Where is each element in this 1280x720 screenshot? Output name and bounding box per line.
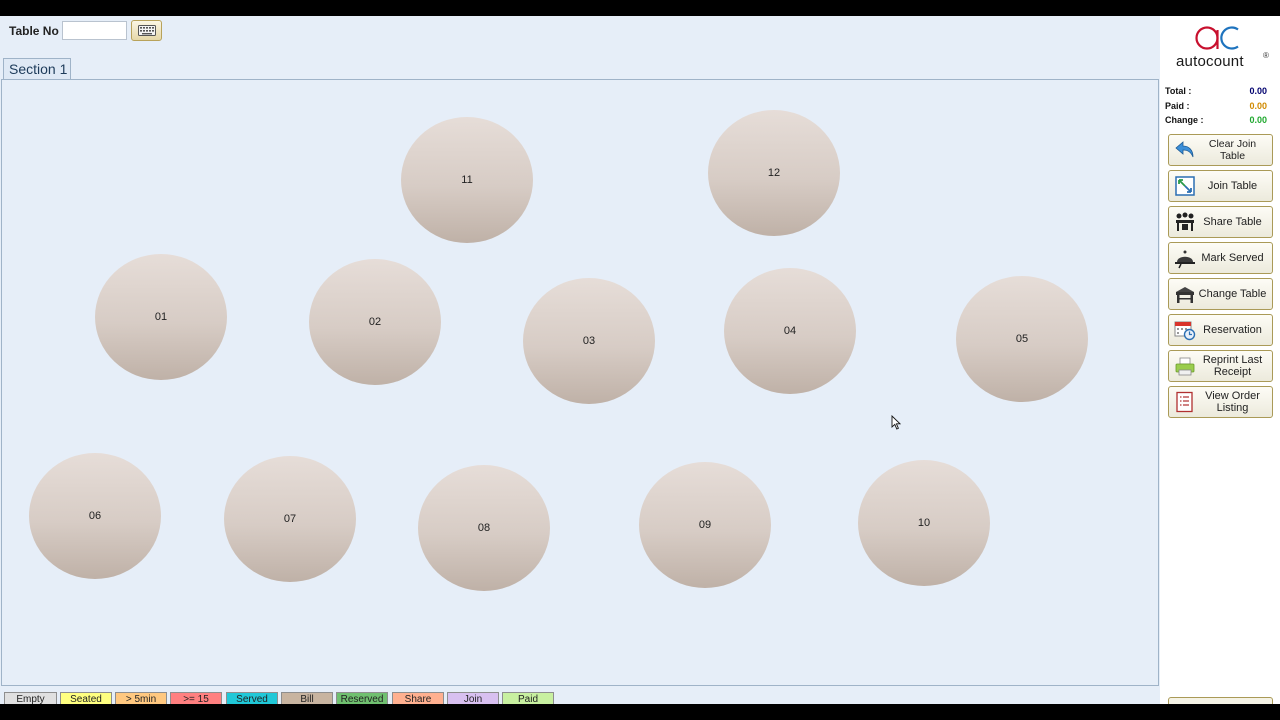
tab-section-1[interactable]: Section 1 xyxy=(3,58,71,80)
paid-row: Paid : 0.00 xyxy=(1165,101,1267,111)
keyboard-icon xyxy=(137,25,156,36)
mouse-cursor-icon xyxy=(891,415,901,430)
top-bar: Table No xyxy=(0,16,1160,60)
view-order-listing-button[interactable]: View Order Listing xyxy=(1168,386,1273,418)
reprint-last-receipt-label: Reprint Last Receipt xyxy=(1202,354,1263,378)
table-no-input[interactable] xyxy=(62,21,127,40)
share-table-button[interactable]: Share Table xyxy=(1168,206,1273,238)
brand-name: autocount xyxy=(1176,53,1244,70)
legend-seated: Seated xyxy=(60,692,112,704)
bottom-action-button[interactable] xyxy=(1168,697,1273,704)
table-11[interactable]: 11 xyxy=(401,117,533,243)
table-floor: 11 12 01 02 03 04 05 06 07 08 09 10 xyxy=(1,79,1159,686)
total-label: Total : xyxy=(1165,86,1192,96)
join-table-icon xyxy=(1175,176,1195,196)
printer-icon xyxy=(1175,357,1195,376)
pos-table-screen: Table No Section 1 11 12 01 02 03 04 05 … xyxy=(0,16,1280,704)
serving-cloche-icon xyxy=(1175,250,1195,269)
table-05[interactable]: 05 xyxy=(956,276,1088,402)
legend-reserved: Reserved xyxy=(336,692,388,704)
table-06[interactable]: 06 xyxy=(29,453,161,579)
legend-bill: Bill xyxy=(281,692,333,704)
legend-served: Served xyxy=(226,692,278,704)
right-panel: autocount ® Total : 0.00 Paid : 0.00 Cha… xyxy=(1160,16,1280,704)
list-document-icon xyxy=(1176,391,1193,413)
reservation-label: Reservation xyxy=(1203,324,1262,336)
table-09[interactable]: 09 xyxy=(639,462,771,588)
legend-empty: Empty xyxy=(4,692,57,704)
table-07[interactable]: 07 xyxy=(224,456,356,582)
total-value: 0.00 xyxy=(1249,86,1267,96)
change-row: Change : 0.00 xyxy=(1165,115,1267,125)
mark-served-button[interactable]: Mark Served xyxy=(1168,242,1273,274)
table-no-label: Table No xyxy=(9,24,59,38)
join-table-button[interactable]: Join Table xyxy=(1168,170,1273,202)
people-table-icon xyxy=(1176,212,1194,231)
table-12[interactable]: 12 xyxy=(708,110,840,236)
legend-paid: Paid xyxy=(502,692,554,704)
legend-over-15min: >= 15 xyxy=(170,692,222,704)
change-table-icon xyxy=(1176,287,1194,303)
legend-share: Share xyxy=(392,692,444,704)
paid-label: Paid : xyxy=(1165,101,1190,111)
table-04[interactable]: 04 xyxy=(724,268,856,394)
change-label: Change : xyxy=(1165,115,1204,125)
table-02[interactable]: 02 xyxy=(309,259,441,385)
change-table-button[interactable]: Change Table xyxy=(1168,278,1273,310)
reservation-button[interactable]: Reservation xyxy=(1168,314,1273,346)
total-row: Total : 0.00 xyxy=(1165,86,1267,96)
registered-mark: ® xyxy=(1263,51,1269,60)
view-order-listing-label: View Order Listing xyxy=(1205,390,1260,414)
paid-value: 0.00 xyxy=(1249,101,1267,111)
legend-join: Join xyxy=(447,692,499,704)
table-08[interactable]: 08 xyxy=(418,465,550,591)
clear-join-table-button[interactable]: Clear Join Table xyxy=(1168,134,1273,166)
reprint-last-receipt-button[interactable]: Reprint Last Receipt xyxy=(1168,350,1273,382)
change-table-label: Change Table xyxy=(1198,288,1267,300)
legend-over-5min: > 5min xyxy=(115,692,167,704)
undo-arrow-icon xyxy=(1175,141,1194,158)
table-01[interactable]: 01 xyxy=(95,254,227,380)
autocount-logo-icon xyxy=(1195,26,1239,50)
calendar-clock-icon xyxy=(1174,321,1196,341)
mark-served-label: Mark Served xyxy=(1201,252,1264,264)
join-table-label: Join Table xyxy=(1207,180,1258,192)
clear-join-table-label: Clear Join Table xyxy=(1208,138,1257,162)
table-10[interactable]: 10 xyxy=(858,460,990,586)
change-value: 0.00 xyxy=(1249,115,1267,125)
keyboard-button[interactable] xyxy=(131,20,162,41)
table-03[interactable]: 03 xyxy=(523,278,655,404)
share-table-label: Share Table xyxy=(1203,216,1262,228)
